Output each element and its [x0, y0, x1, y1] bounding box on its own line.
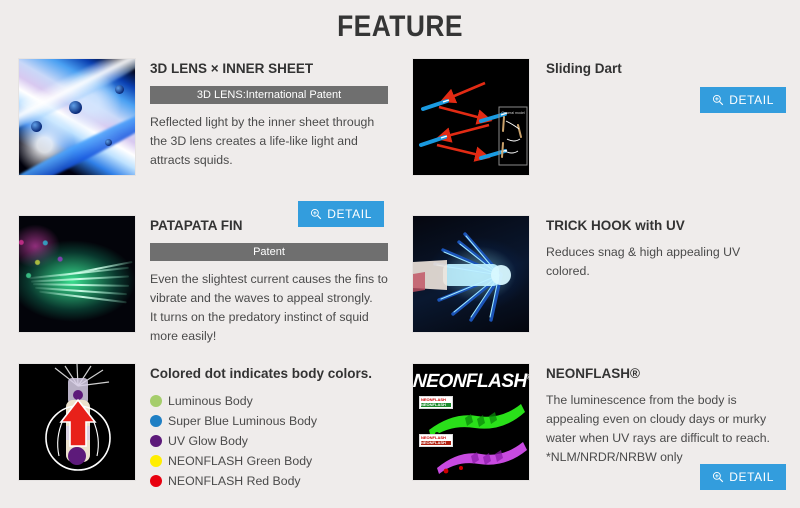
list-item: NEONFLASH Red Body: [150, 471, 388, 491]
feature-thumbnail-patapata-fin[interactable]: [18, 215, 136, 333]
feature-thumbnail-sliding-dart[interactable]: General model: [412, 58, 530, 176]
color-dot-uv-glow: [150, 435, 162, 447]
patent-badge: Patent: [150, 243, 388, 261]
feature-body-trick-hook: TRICK HOOK with UV Reduces snag & high a…: [530, 215, 786, 363]
list-item: UV Glow Body: [150, 431, 388, 451]
feature-grid: 3D LENS × INNER SHEET 3D LENS:Internatio…: [0, 58, 800, 508]
patapata-fin-image: [19, 216, 135, 332]
feature-card-3d-lens: 3D LENS × INNER SHEET 3D LENS:Internatio…: [0, 58, 400, 227]
feature-body-sliding-dart: Sliding Dart DETAIL: [530, 58, 786, 215]
feature-description: Reflected light by the inner sheet throu…: [150, 115, 375, 167]
feature-thumbnail-trick-hook[interactable]: [412, 215, 530, 333]
list-item: NEONFLASH Green Body: [150, 451, 388, 471]
list-item-label: UV Glow Body: [168, 434, 248, 448]
feature-row: Colored dot indicates body colors. Lumin…: [0, 363, 800, 508]
color-dot-neonflash-red: [150, 475, 162, 487]
list-item-label: NEONFLASH Red Body: [168, 474, 301, 488]
squid-body-dot-diagram: [19, 364, 135, 480]
feature-body-3d-lens: 3D LENS × INNER SHEET 3D LENS:Internatio…: [136, 58, 388, 227]
detail-button-neonflash[interactable]: DETAIL: [700, 464, 786, 490]
feature-body-patapata-fin: PATAPATA FIN Patent Even the slightest c…: [136, 215, 388, 363]
lens-macro-image: [19, 59, 135, 175]
uv-dot-upper: [73, 390, 83, 400]
feature-description: The luminescence from the body is appeal…: [546, 393, 770, 464]
detail-button-sliding-dart[interactable]: DETAIL: [700, 87, 786, 113]
feature-thumbnail-3d-lens[interactable]: [18, 58, 136, 176]
feature-row: 3D LENS × INNER SHEET 3D LENS:Internatio…: [0, 58, 800, 227]
list-item-label: NEONFLASH Green Body: [168, 454, 313, 468]
feature-title: Sliding Dart: [546, 61, 622, 76]
neonflash-image: NEONFLASH®: [413, 364, 529, 480]
sliding-dart-diagram: General model: [413, 59, 529, 175]
page-title: FEATURE: [337, 10, 463, 43]
color-dot-neonflash-green: [150, 455, 162, 467]
uv-dot-lower: [68, 447, 86, 465]
detail-button-label: DETAIL: [729, 93, 774, 107]
feature-card-body-colors: Colored dot indicates body colors. Lumin…: [0, 363, 400, 508]
list-item-label: Super Blue Luminous Body: [168, 414, 318, 428]
trick-hook-uv-image: [413, 216, 529, 332]
feature-title: Colored dot indicates body colors.: [150, 366, 373, 381]
color-dot-luminous: [150, 395, 162, 407]
patent-badge: 3D LENS:International Patent: [150, 86, 388, 104]
list-item-label: Luminous Body: [168, 394, 253, 408]
color-dot-super-blue-luminous: [150, 415, 162, 427]
zoom-in-magnifier-icon: [713, 471, 724, 483]
feature-description: Even the slightest current causes the fi…: [150, 272, 388, 343]
feature-description: Reduces snag & high appealing UV colored…: [546, 245, 741, 278]
product-tag-purple: NEONFLASH NEONFLASH: [419, 434, 453, 447]
zoom-in-magnifier-icon: [713, 94, 724, 106]
feature-body-neonflash: NEONFLASH® The luminescence from the bod…: [530, 363, 786, 508]
feature-body-body-colors: Colored dot indicates body colors. Lumin…: [136, 363, 388, 508]
feature-card-sliding-dart: General model Sliding Dart DETAIL: [400, 58, 800, 215]
feature-thumbnail-neonflash[interactable]: NEONFLASH®: [412, 363, 530, 481]
feature-row: PATAPATA FIN Patent Even the slightest c…: [0, 215, 800, 363]
feature-title: TRICK HOOK with UV: [546, 218, 685, 233]
feature-card-trick-hook: TRICK HOOK with UV Reduces snag & high a…: [400, 215, 800, 363]
detail-button-label: DETAIL: [729, 470, 774, 484]
list-item: Super Blue Luminous Body: [150, 411, 388, 431]
feature-title: 3D LENS × INNER SHEET: [150, 61, 314, 76]
feature-title: NEONFLASH®: [546, 366, 640, 381]
feature-title: PATAPATA FIN: [150, 218, 243, 233]
product-tag-green: NEONFLASH NEONFLASH: [419, 396, 453, 409]
feature-thumbnail-body-colors[interactable]: [18, 363, 136, 481]
feature-card-patapata-fin: PATAPATA FIN Patent Even the slightest c…: [0, 215, 400, 363]
body-color-legend: Luminous Body Super Blue Luminous Body U…: [150, 391, 388, 491]
feature-card-neonflash: NEONFLASH®: [400, 363, 800, 508]
inset-label: General model: [501, 111, 525, 115]
list-item: Luminous Body: [150, 391, 388, 411]
